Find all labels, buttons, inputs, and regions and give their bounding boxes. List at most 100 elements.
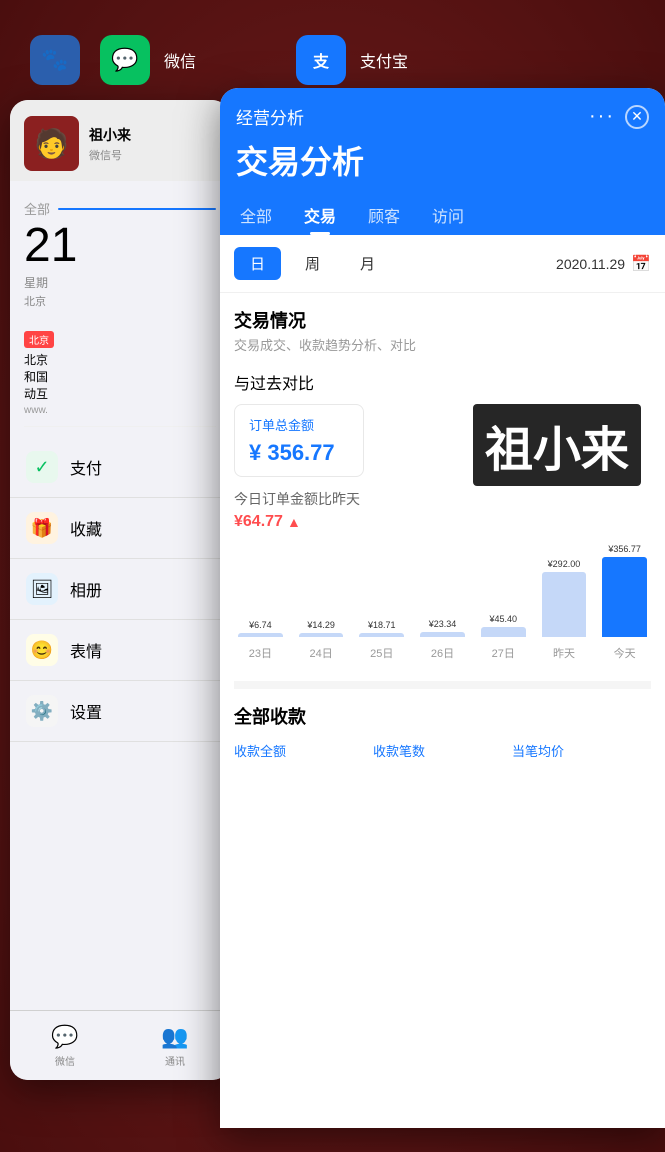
bar-date-labels: 23日24日25日26日27日昨天今天 bbox=[234, 641, 651, 661]
bar-date-label: 27日 bbox=[481, 645, 526, 661]
bar-date-label: 26日 bbox=[420, 645, 465, 661]
tab-all[interactable]: 全部 bbox=[236, 195, 288, 235]
bar-date-label: 23日 bbox=[238, 645, 283, 661]
transaction-section-subtitle: 交易成交、收款趋势分析、对比 bbox=[234, 335, 651, 354]
menu-emoji-label: 表情 bbox=[70, 638, 102, 662]
payment-columns: 收款全额 收款笔数 当笔均价 bbox=[234, 741, 651, 760]
comparison-diff-value: ¥64.77 bbox=[234, 513, 283, 531]
order-amount-box: 订单总金额 ¥ 356.77 bbox=[234, 404, 364, 477]
calendar-icon[interactable]: 📅 bbox=[631, 254, 651, 274]
wechat-tab-icon: 💬 bbox=[51, 1024, 78, 1050]
wechat-content: 全部 21 星期 北京 北京 北京和国动互 www. bbox=[10, 181, 230, 437]
comparison-desc: 今日订单金额比昨天 bbox=[234, 489, 651, 509]
date-number: 21 bbox=[24, 222, 216, 270]
wechat-app-label: 微信 bbox=[164, 48, 196, 72]
wechat-app-group: 💬 微信 bbox=[100, 35, 196, 85]
app-switcher-bar: 🐾 💬 微信 支 支付宝 bbox=[0, 0, 665, 110]
bar-date-label: 24日 bbox=[299, 645, 344, 661]
favorites-icon: 🎁 bbox=[26, 512, 58, 544]
transaction-section-title: 交易情况 bbox=[234, 307, 651, 333]
bar-group: ¥14.29 bbox=[299, 620, 344, 637]
alipay-main-content: 交易情况 交易成交、收款趋势分析、对比 与过去对比 订单总金额 ¥ 356.77… bbox=[220, 293, 665, 1128]
date-filter-row: 日 周 月 2020.11.29 📅 bbox=[220, 235, 665, 293]
alipay-card: 经营分析 ··· ✕ 交易分析 全部 交易 顾客 访问 日 周 月 2020.1… bbox=[220, 88, 665, 1128]
wechat-menu: ✓ 支付 🎁 收藏 🖼 相册 😊 表情 ⚙️ 设置 bbox=[10, 437, 230, 742]
pay-icon: ✓ bbox=[26, 451, 58, 483]
col-avg-price: 当笔均价 bbox=[512, 741, 651, 760]
emoji-icon: 😊 bbox=[26, 634, 58, 666]
date-value: 2020.11.29 bbox=[556, 256, 625, 272]
watermark-overlay: 祖小来 bbox=[473, 404, 641, 486]
bar bbox=[238, 633, 283, 637]
tab-visit[interactable]: 访问 bbox=[416, 195, 480, 235]
menu-album-label: 相册 bbox=[70, 577, 102, 601]
bar bbox=[420, 632, 465, 637]
album-icon: 🖼 bbox=[26, 573, 58, 605]
baidu-app-group: 🐾 bbox=[30, 35, 80, 85]
bars-container: ¥6.74¥14.29¥18.71¥23.34¥45.40¥292.00¥356… bbox=[234, 547, 651, 637]
tab-customer[interactable]: 顾客 bbox=[352, 195, 416, 235]
news-section: 北京 北京和国动互 www. bbox=[24, 321, 216, 427]
amount-boxes: 订单总金额 ¥ 356.77 祖小来 bbox=[234, 404, 651, 477]
bar-value-label: ¥18.71 bbox=[368, 620, 396, 630]
wechat-user-info: 祖小来 微信号 bbox=[89, 125, 216, 163]
bar-value-label: ¥292.00 bbox=[548, 559, 581, 569]
comparison-value-row: ¥64.77 ▲ bbox=[234, 513, 651, 531]
wechat-username: 祖小来 bbox=[89, 125, 216, 145]
settings-icon: ⚙️ bbox=[26, 695, 58, 727]
order-amount-value: ¥ 356.77 bbox=[249, 440, 349, 466]
menu-item-favorites[interactable]: 🎁 收藏 bbox=[10, 498, 230, 559]
wechat-weixinhao: 微信号 bbox=[89, 147, 216, 163]
day-label: 星期 bbox=[24, 274, 216, 291]
menu-item-pay[interactable]: ✓ 支付 bbox=[10, 437, 230, 498]
tab-transaction[interactable]: 交易 bbox=[288, 195, 352, 235]
bar-group: ¥6.74 bbox=[238, 620, 283, 637]
all-payment-title: 全部收款 bbox=[234, 703, 651, 729]
transaction-section: 交易情况 交易成交、收款趋势分析、对比 与过去对比 订单总金额 ¥ 356.77… bbox=[234, 307, 651, 667]
menu-item-settings[interactable]: ⚙️ 设置 bbox=[10, 681, 230, 742]
order-amount-label: 订单总金额 bbox=[249, 415, 349, 434]
alipay-big-title: 交易分析 bbox=[236, 137, 649, 183]
alipay-tabs: 全部 交易 顾客 访问 bbox=[236, 195, 649, 235]
period-week-button[interactable]: 周 bbox=[289, 247, 336, 280]
bar-group: ¥292.00 bbox=[542, 559, 587, 637]
contacts-tab-label: 通讯 bbox=[165, 1053, 185, 1068]
bar-group: ¥18.71 bbox=[359, 620, 404, 637]
news-source: www. bbox=[24, 405, 216, 416]
menu-item-emoji[interactable]: 😊 表情 bbox=[10, 620, 230, 681]
date-display: 2020.11.29 📅 bbox=[556, 254, 651, 274]
location-badge: 北京 bbox=[24, 331, 54, 348]
all-payment-section: 全部收款 收款全额 收款笔数 当笔均价 bbox=[234, 681, 651, 760]
alipay-app-label: 支付宝 bbox=[360, 48, 408, 72]
avatar: 🧑 bbox=[24, 116, 79, 171]
period-month-button[interactable]: 月 bbox=[344, 247, 391, 280]
news-title: 北京和国动互 bbox=[24, 352, 216, 402]
wechat-bottom-bar: 💬 微信 👥 通讯 bbox=[10, 1010, 230, 1080]
bar-group: ¥45.40 bbox=[481, 614, 526, 637]
alipay-header: 经营分析 ··· ✕ 交易分析 全部 交易 顾客 访问 bbox=[220, 88, 665, 235]
wechat-icon[interactable]: 💬 bbox=[100, 35, 150, 85]
bar bbox=[542, 572, 587, 637]
wechat-card: 🧑 祖小来 微信号 全部 21 星期 北京 北京 北京和国动互 www. ✓ bbox=[10, 100, 230, 1080]
city-label: 北京 bbox=[24, 293, 216, 309]
up-arrow-icon: ▲ bbox=[287, 514, 301, 530]
tab-underline bbox=[58, 208, 216, 210]
menu-pay-label: 支付 bbox=[70, 455, 102, 479]
col-transaction-count: 收款笔数 bbox=[373, 741, 512, 760]
bar bbox=[299, 633, 344, 637]
menu-settings-label: 设置 bbox=[70, 699, 102, 723]
bar-value-label: ¥45.40 bbox=[489, 614, 517, 624]
bar-value-label: ¥14.29 bbox=[307, 620, 335, 630]
period-day-button[interactable]: 日 bbox=[234, 247, 281, 280]
bar-value-label: ¥6.74 bbox=[249, 620, 272, 630]
bar bbox=[602, 557, 647, 637]
menu-favorites-label: 收藏 bbox=[70, 516, 102, 540]
alipay-icon[interactable]: 支 bbox=[296, 35, 346, 85]
baidu-icon[interactable]: 🐾 bbox=[30, 35, 80, 85]
menu-item-album[interactable]: 🖼 相册 bbox=[10, 559, 230, 620]
bar-chart: ¥6.74¥14.29¥18.71¥23.34¥45.40¥292.00¥356… bbox=[234, 547, 651, 667]
tab-contacts[interactable]: 👥 通讯 bbox=[161, 1024, 188, 1068]
tab-wechat[interactable]: 💬 微信 bbox=[51, 1024, 78, 1068]
bar-date-label: 今天 bbox=[602, 645, 647, 661]
bar-group: ¥23.34 bbox=[420, 619, 465, 637]
